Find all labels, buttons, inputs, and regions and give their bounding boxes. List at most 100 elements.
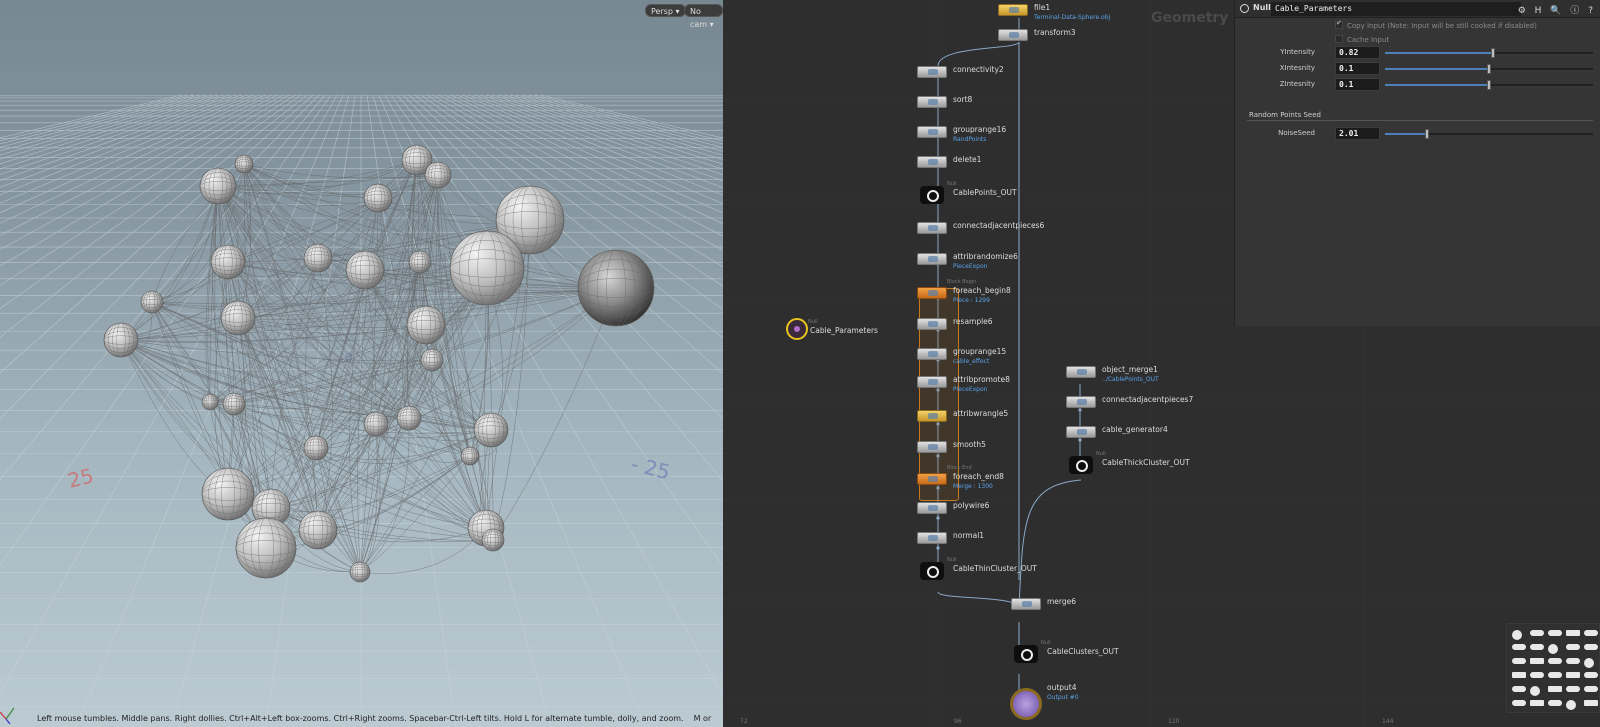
copy-input-toggle[interactable]: Copy Input (Note: Input will be still co… <box>1335 19 1537 30</box>
node-shape-option[interactable] <box>1566 630 1580 636</box>
sphere-mesh <box>449 230 525 306</box>
node-body-icon[interactable] <box>1066 396 1096 408</box>
node-shape-palette[interactable] <box>1506 623 1600 713</box>
camera-menu[interactable]: Persp ▾ <box>645 4 686 17</box>
sphere-mesh <box>460 446 480 466</box>
node-shape-option[interactable] <box>1530 630 1544 636</box>
node-body-icon[interactable] <box>998 4 1028 16</box>
node-body-icon[interactable] <box>917 126 947 138</box>
node-shape-option[interactable] <box>1584 686 1598 692</box>
copy-input-checkbox[interactable] <box>1335 19 1343 29</box>
node-shape-option[interactable] <box>1512 644 1526 650</box>
node-shape-option[interactable] <box>1548 686 1562 692</box>
sphere-mesh <box>396 405 422 431</box>
node-body-icon[interactable] <box>917 96 947 108</box>
status-hint: Left mouse tumbles. Middle pans. Right d… <box>37 714 684 723</box>
yintensity-slider[interactable] <box>1385 48 1593 58</box>
node-name-field[interactable]: Cable_Parameters <box>1271 2 1521 16</box>
sphere-mesh <box>220 300 256 336</box>
node-shape-option[interactable] <box>1512 700 1526 706</box>
node-body-icon[interactable] <box>920 186 944 204</box>
slider-handle[interactable] <box>1491 48 1496 58</box>
node-shape-option[interactable] <box>1548 630 1562 636</box>
noiseseed-slider[interactable] <box>1385 129 1593 139</box>
node-shape-option[interactable] <box>1530 658 1544 664</box>
node-body-icon[interactable] <box>917 348 947 360</box>
cable-parameters-node[interactable] <box>786 318 808 340</box>
node-shape-option[interactable] <box>1584 630 1598 636</box>
node-body-icon[interactable] <box>917 441 947 453</box>
slider-handle[interactable] <box>1487 64 1491 74</box>
node-name-label: connectadjacentpieces6 <box>953 221 1045 230</box>
node-body-icon[interactable] <box>917 376 947 388</box>
node-type-label: Null <box>947 181 957 187</box>
copy-input-label: Copy Input (Note: Input will be still co… <box>1347 22 1537 30</box>
node-shape-option[interactable] <box>1584 672 1598 678</box>
node-shape-option[interactable] <box>1512 672 1526 678</box>
cable-parameters-label: Cable_Parameters <box>810 326 878 335</box>
node-body-icon[interactable] <box>917 287 947 299</box>
xintensity-field[interactable]: 0.1 <box>1335 62 1380 75</box>
noiseseed-field[interactable]: 2.01 <box>1335 127 1380 140</box>
yintensity-field[interactable]: 0.82 <box>1335 46 1380 59</box>
node-shape-option[interactable] <box>1530 644 1544 650</box>
node-shape-option[interactable] <box>1566 658 1580 664</box>
zintensity-slider[interactable] <box>1385 80 1593 90</box>
node-body-icon[interactable] <box>917 66 947 78</box>
node-shape-option[interactable] <box>1530 686 1540 696</box>
node-body-icon[interactable] <box>1066 366 1096 378</box>
node-shape-option[interactable] <box>1530 672 1544 678</box>
node-shape-option[interactable] <box>1566 700 1576 710</box>
node-body-icon[interactable] <box>917 222 947 234</box>
node-body-icon[interactable] <box>1014 645 1038 663</box>
node-name-label: normal1 <box>953 531 985 540</box>
node-name-label: polywire6 <box>953 501 990 510</box>
node-shape-option[interactable] <box>1512 630 1522 640</box>
node-shape-option[interactable] <box>1584 700 1598 706</box>
node-body-icon[interactable] <box>917 410 947 422</box>
node-shape-option[interactable] <box>1548 644 1558 654</box>
node-shape-option[interactable] <box>1584 644 1598 650</box>
cache-input-toggle[interactable]: Cache Input <box>1335 35 1389 44</box>
node-body-icon[interactable] <box>917 473 947 485</box>
node-shape-option[interactable] <box>1566 672 1580 678</box>
node-shape-option[interactable] <box>1566 644 1580 650</box>
node-shape-option[interactable] <box>1548 700 1562 706</box>
output-node-icon[interactable] <box>1010 688 1042 720</box>
scene-viewport[interactable]: 25 - 25 0 Persp ▾ No cam ▾ Left mouse tu… <box>0 0 723 727</box>
node-name-label: attribwrangle5 <box>953 409 1009 418</box>
viewport-scene[interactable]: 25 - 25 0 <box>0 0 723 727</box>
node-body-icon[interactable] <box>917 253 947 265</box>
node-body-icon[interactable] <box>998 29 1028 41</box>
node-shape-option[interactable] <box>1530 700 1544 706</box>
node-body-icon[interactable] <box>917 502 947 514</box>
node-body-icon[interactable] <box>917 318 947 330</box>
node-shape-option[interactable] <box>1584 658 1594 668</box>
cam-select-menu[interactable]: No cam ▾ <box>684 4 723 29</box>
header-tool-icons[interactable]: ⚙ H 🔍 ⓘ ? <box>1518 3 1596 16</box>
node-shape-option[interactable] <box>1548 672 1562 678</box>
node-body-icon[interactable] <box>1066 426 1096 438</box>
cache-input-checkbox[interactable] <box>1335 35 1343 43</box>
node-body-icon[interactable] <box>1011 598 1041 610</box>
node-name-label: CableThickCluster_OUT <box>1102 458 1190 467</box>
node-name-label: delete1 <box>953 155 982 164</box>
xintensity-slider[interactable] <box>1385 64 1593 74</box>
node-shape-option[interactable] <box>1566 686 1580 692</box>
node-shape-option[interactable] <box>1512 686 1526 692</box>
node-name-label: CableClusters_OUT <box>1047 647 1119 656</box>
param-row-yintensity: YIntensity 0.82 <box>1235 46 1600 60</box>
node-name-label: connectivity2 <box>953 65 1004 74</box>
node-body-icon[interactable] <box>917 156 947 168</box>
node-shape-option[interactable] <box>1512 658 1526 664</box>
node-body-icon[interactable] <box>1069 456 1093 474</box>
node-body-icon[interactable] <box>917 532 947 544</box>
param-label: NoiseSeed <box>1278 129 1315 137</box>
node-body-icon[interactable] <box>920 562 944 580</box>
node-name-label: grouprange16 <box>953 125 1007 134</box>
slider-handle[interactable] <box>1487 80 1491 90</box>
node-shape-option[interactable] <box>1548 658 1562 664</box>
slider-handle[interactable] <box>1424 129 1429 139</box>
node-type-label: Block End <box>947 465 972 471</box>
zintensity-field[interactable]: 0.1 <box>1335 78 1380 91</box>
